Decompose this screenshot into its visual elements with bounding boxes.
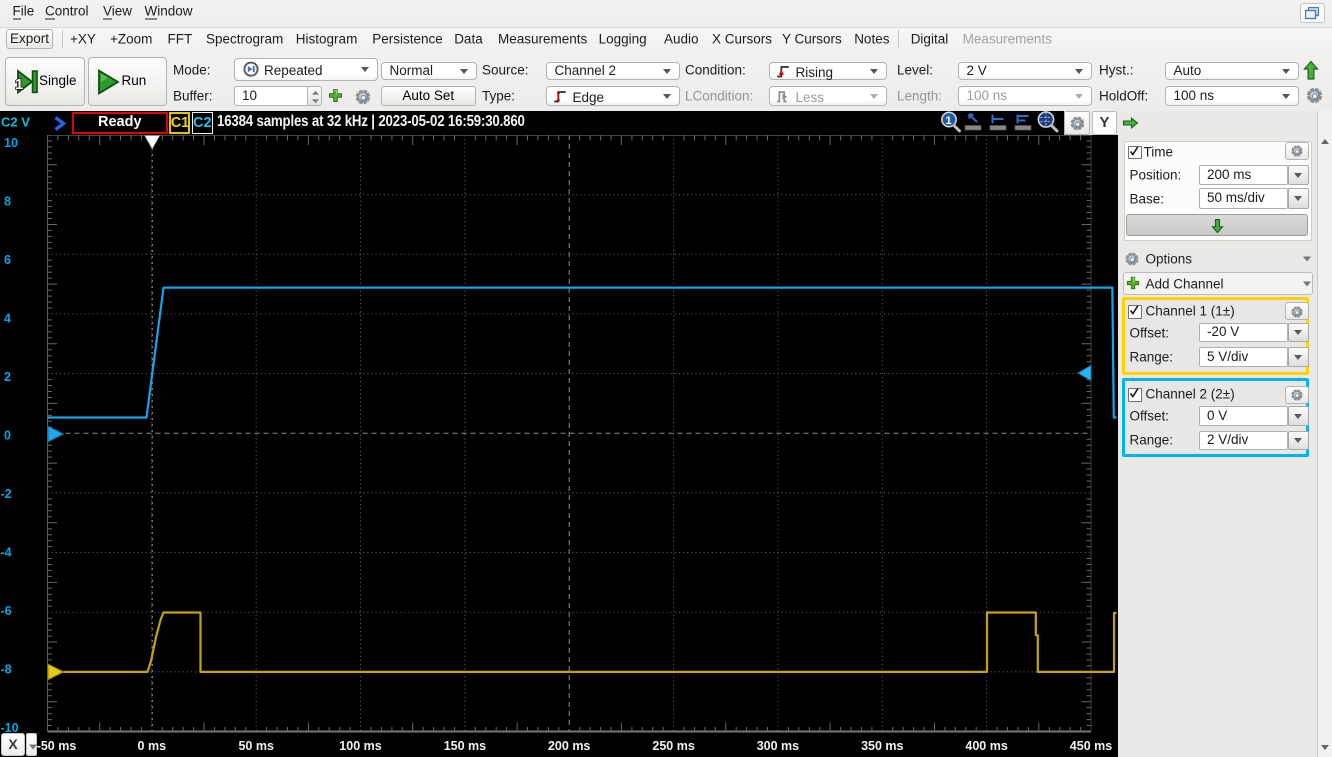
svg-text:8: 8 (4, 194, 11, 208)
svg-text:2: 2 (4, 370, 11, 384)
svg-text:0 ms: 0 ms (138, 739, 167, 753)
svg-text:1: 1 (15, 76, 23, 93)
svg-text:50 ms: 50 ms (238, 739, 273, 753)
svg-text:10: 10 (4, 136, 18, 150)
svg-text:350 ms: 350 ms (861, 739, 903, 753)
svg-text:1: 1 (946, 115, 952, 127)
svg-text:200 ms: 200 ms (548, 739, 590, 753)
svg-text:-4: -4 (1, 545, 12, 559)
svg-text:150 ms: 150 ms (444, 739, 486, 753)
svg-text:100 ms: 100 ms (339, 739, 381, 753)
svg-text:-6: -6 (1, 604, 12, 618)
svg-text:-50 ms: -50 ms (37, 739, 77, 753)
svg-text:-8: -8 (1, 662, 12, 676)
svg-text:250 ms: 250 ms (652, 739, 694, 753)
svg-text:6: 6 (4, 253, 11, 267)
svg-text:400 ms: 400 ms (965, 739, 1007, 753)
svg-text:300 ms: 300 ms (757, 739, 799, 753)
svg-text:0: 0 (4, 428, 11, 442)
svg-text:450 ms: 450 ms (1070, 739, 1112, 753)
svg-text:-2: -2 (1, 487, 12, 501)
svg-text:4: 4 (4, 311, 11, 325)
